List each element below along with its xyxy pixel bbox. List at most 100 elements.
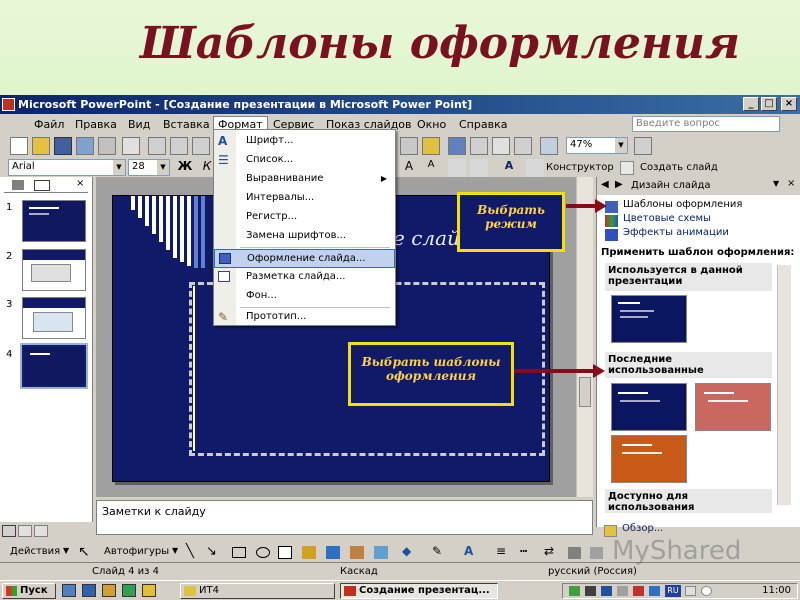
diagram-icon[interactable]: [326, 546, 340, 559]
textbox-icon[interactable]: [278, 546, 292, 559]
design-templates-link[interactable]: Шаблоны оформления: [623, 199, 742, 210]
forward-icon[interactable]: ▶: [615, 179, 623, 190]
new-file-icon[interactable]: [10, 137, 28, 155]
show-formatting-icon[interactable]: [492, 137, 510, 155]
grid-icon[interactable]: [514, 137, 532, 155]
font-size-combo[interactable]: 28 ▼: [128, 159, 170, 176]
template-current[interactable]: [611, 295, 687, 343]
editor-vertical-scrollbar[interactable]: [576, 177, 593, 497]
tray-icon[interactable]: [685, 586, 696, 596]
oval-icon[interactable]: [256, 547, 270, 558]
menu-edit[interactable]: Правка: [75, 118, 117, 131]
menu-item-spacing[interactable]: Интервалы...: [214, 189, 395, 208]
taskbar-item-folder[interactable]: ИТ4: [180, 583, 335, 599]
quicklaunch-ie-icon[interactable]: [82, 584, 96, 597]
paste-icon[interactable]: [192, 137, 210, 155]
increase-font-icon[interactable]: A: [400, 159, 418, 177]
line-style-icon[interactable]: ≡: [496, 544, 506, 558]
quicklaunch-app-icon[interactable]: [122, 584, 136, 597]
start-button[interactable]: Пуск: [2, 583, 56, 599]
minimize-button[interactable]: _: [743, 97, 759, 111]
zoom-combo[interactable]: 47% ▼: [566, 137, 628, 154]
insert-chart-icon[interactable]: [422, 137, 440, 155]
slide-thumbnail-2[interactable]: [22, 249, 86, 291]
3d-icon[interactable]: [590, 547, 603, 559]
quicklaunch-folder-icon[interactable]: [142, 584, 156, 597]
volume-icon[interactable]: [617, 586, 628, 596]
tray-icon[interactable]: [569, 586, 580, 596]
grayscale-icon[interactable]: [448, 137, 466, 155]
close-button[interactable]: ×: [781, 97, 797, 111]
normal-view-icon[interactable]: [2, 525, 16, 537]
slide-thumbnail-4[interactable]: [20, 343, 88, 389]
slide-thumbnail-1[interactable]: [22, 200, 86, 242]
browse-link[interactable]: Обзор...: [622, 523, 663, 534]
menu-item-background[interactable]: Фон...: [214, 287, 395, 306]
help-search-input[interactable]: Введите вопрос: [632, 116, 780, 132]
tray-icon[interactable]: [585, 586, 596, 596]
slide-thumbnail-3[interactable]: [22, 297, 86, 339]
tray-icon[interactable]: [649, 586, 660, 596]
menu-view[interactable]: Вид: [128, 118, 150, 131]
menu-item-slide-layout[interactable]: Разметка слайда...: [214, 268, 395, 287]
menu-help[interactable]: Справка: [459, 118, 507, 131]
outline-tab-icon[interactable]: [12, 180, 24, 190]
tray-icon[interactable]: [601, 586, 612, 596]
font-color-icon[interactable]: A: [464, 544, 473, 558]
shadow-icon[interactable]: [568, 547, 581, 559]
quicklaunch-desktop-icon[interactable]: [62, 584, 76, 597]
maximize-button[interactable]: □: [761, 97, 777, 111]
notes-field[interactable]: Заметки к слайду: [96, 500, 593, 535]
line-color-icon[interactable]: ✎: [432, 544, 442, 558]
sorter-view-icon[interactable]: [18, 525, 32, 537]
bold-icon[interactable]: Ж: [176, 159, 194, 177]
menu-file[interactable]: Файл: [34, 118, 64, 131]
tray-icon[interactable]: [633, 586, 644, 596]
menu-item-alignment[interactable]: Выравнивание ▶: [214, 170, 395, 189]
menu-window[interactable]: Окно: [417, 118, 446, 131]
language-indicator[interactable]: RU: [665, 585, 681, 597]
chevron-down-icon[interactable]: ▼: [773, 179, 779, 188]
slides-tab-icon[interactable]: [34, 180, 50, 191]
design-icon[interactable]: [526, 159, 544, 177]
menu-item-prototype[interactable]: ✎ Прототип...: [214, 308, 395, 327]
template-recent-2[interactable]: [695, 383, 771, 431]
menu-item-replace-fonts[interactable]: Замена шрифтов...: [214, 227, 395, 246]
open-folder-icon[interactable]: [32, 137, 50, 155]
arrow-icon[interactable]: ↘: [206, 544, 217, 559]
template-recent-3[interactable]: [611, 435, 687, 483]
decrease-font-icon[interactable]: A: [422, 159, 440, 177]
decrease-indent-icon[interactable]: [448, 159, 466, 177]
select-arrow-icon[interactable]: ↖: [78, 544, 90, 560]
designer-button[interactable]: Конструктор: [546, 162, 614, 173]
cut-icon[interactable]: [148, 137, 166, 155]
menu-item-list[interactable]: ☰ Список...: [214, 151, 395, 170]
close-icon[interactable]: ×: [787, 178, 795, 189]
dash-style-icon[interactable]: ┅: [520, 544, 527, 558]
save-icon[interactable]: [54, 137, 72, 155]
menu-insert[interactable]: Вставка: [163, 118, 210, 131]
help-icon[interactable]: [634, 137, 652, 155]
menu-item-slide-design[interactable]: Оформление слайда...: [214, 249, 395, 268]
actions-menu[interactable]: Действия: [10, 546, 60, 557]
template-recent-1[interactable]: [611, 383, 687, 431]
color-grayscale-icon[interactable]: [540, 137, 558, 155]
insert-table-icon[interactable]: [400, 137, 418, 155]
wordart-icon[interactable]: [302, 546, 316, 559]
clipart-icon[interactable]: [350, 546, 364, 559]
back-icon[interactable]: ◀: [601, 179, 609, 190]
menu-item-case[interactable]: Регистр...: [214, 208, 395, 227]
spellcheck-icon[interactable]: [122, 137, 140, 155]
taskbar-item-powerpoint[interactable]: Создание презентац...: [340, 583, 498, 599]
copy-icon[interactable]: [170, 137, 188, 155]
slideshow-view-icon[interactable]: [34, 525, 48, 537]
rectangle-icon[interactable]: [232, 547, 246, 558]
animation-effects-link[interactable]: Эффекты анимации: [623, 227, 729, 238]
font-combo[interactable]: Arial ▼: [8, 159, 126, 176]
task-pane-scrollbar[interactable]: [777, 265, 791, 505]
menu-item-font[interactable]: A Шрифт...: [214, 132, 395, 151]
font-color-icon[interactable]: A: [500, 159, 518, 177]
clock-icon[interactable]: [701, 586, 712, 596]
increase-indent-icon[interactable]: [470, 159, 488, 177]
quicklaunch-outlook-icon[interactable]: [102, 584, 116, 597]
